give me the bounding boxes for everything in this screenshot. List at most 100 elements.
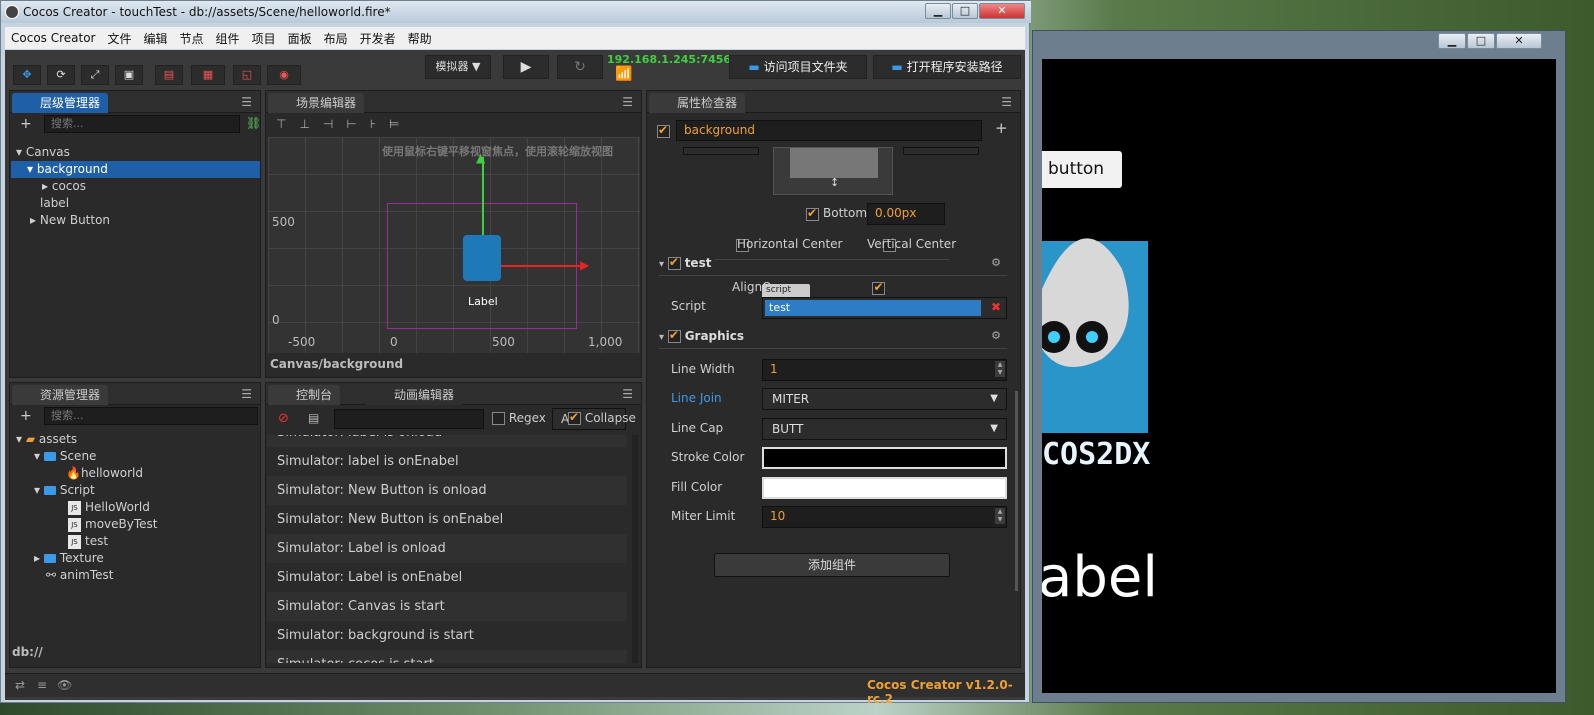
remove-script-icon[interactable]: ✖: [991, 300, 1001, 314]
menu-panel[interactable]: 面板: [282, 30, 318, 47]
refresh-icon[interactable]: ⇄: [15, 678, 25, 692]
tab-scene[interactable]: 场景编辑器: [268, 93, 365, 113]
link-icon[interactable]: ⛓: [246, 116, 261, 130]
add-asset-icon[interactable]: +: [20, 408, 32, 424]
add-node-icon[interactable]: +: [20, 116, 32, 132]
inspector-scrollbar[interactable]: [1015, 391, 1018, 591]
eye-icon[interactable]: 👁: [57, 678, 72, 692]
regex-toggle[interactable]: Regex: [492, 411, 546, 425]
line-width-input[interactable]: 1 ▲ ▼: [762, 359, 1007, 381]
tree-node-background[interactable]: ▾ background: [11, 161, 260, 178]
miter-limit-input[interactable]: 10 ▲ ▼: [762, 506, 1007, 528]
tab-console[interactable]: 控制台: [268, 385, 341, 405]
asset-assets[interactable]: ▾ ▰ assets: [16, 431, 77, 448]
collapse-checkbox[interactable]: [568, 410, 581, 425]
graphics-enable-checkbox[interactable]: [667, 328, 681, 343]
test-component-header[interactable]: ▾ test ⚙: [659, 255, 1007, 276]
clear-icon[interactable]: ⊘: [278, 411, 289, 426]
settings-gear-icon[interactable]: ⚙: [991, 256, 1001, 269]
bottom-checkbox[interactable]: [806, 206, 819, 221]
asset-helloworld-js[interactable]: JS HelloWorld: [68, 499, 150, 516]
stroke-color-swatch[interactable]: [762, 447, 1007, 469]
preview-rect-icon[interactable]: ◱: [233, 65, 261, 85]
tab-assets[interactable]: 资源管理器: [12, 385, 109, 405]
menu-developer[interactable]: 开发者: [354, 30, 402, 47]
add-component-button[interactable]: 添加组件: [714, 553, 950, 577]
line-cap-select[interactable]: BUTT ▼: [762, 418, 1007, 440]
pivot-icon[interactable]: ▤: [155, 65, 183, 85]
stepper-icon[interactable]: ▲ ▼: [995, 508, 1005, 524]
assets-search-input[interactable]: 搜索...: [44, 407, 258, 425]
open-project-folder-button[interactable]: ▬ 访问项目文件夹: [729, 55, 867, 79]
asset-movebytest-js[interactable]: JS moveByTest: [68, 516, 157, 533]
cocos-sprite-icon[interactable]: [463, 235, 501, 281]
left-field[interactable]: [683, 147, 759, 155]
test-enable-checkbox[interactable]: [667, 255, 681, 270]
refresh-button[interactable]: ↻: [557, 55, 603, 79]
log-file-icon[interactable]: ▤: [308, 411, 319, 425]
hamburger-icon[interactable]: ☰: [241, 95, 252, 109]
asset-animtest[interactable]: ⚯ animTest: [46, 567, 114, 584]
open-install-path-button[interactable]: ▬ 打开程序安装路径: [873, 55, 1021, 79]
bottom-input[interactable]: 0.00px: [867, 203, 945, 225]
hamburger-icon[interactable]: ☰: [622, 387, 633, 401]
asset-script-folder[interactable]: ▾ Script: [34, 482, 95, 499]
rotate-tool-icon[interactable]: ⟳: [47, 65, 75, 85]
menu-project[interactable]: 项目: [246, 30, 282, 47]
scene-viewport[interactable]: 使用鼠标右键平移视窗焦点，使用滚轮缩放视图 ▲ ▶ Label 500 0 -5…: [268, 137, 640, 353]
minimize-button[interactable]: ▁: [1438, 33, 1466, 49]
coord-icon[interactable]: ▦: [191, 65, 225, 85]
menu-layout[interactable]: 布局: [318, 30, 354, 47]
right-arrow-icon[interactable]: ▶: [580, 258, 589, 272]
align-once-checkbox[interactable]: [872, 280, 886, 295]
tree-node-canvas[interactable]: ▾ Canvas: [16, 144, 70, 161]
script-field[interactable]: test ✖: [762, 297, 1007, 319]
hamburger-icon[interactable]: ☰: [1001, 95, 1012, 109]
scale-tool-icon[interactable]: ⤢: [81, 65, 109, 85]
right-field[interactable]: [903, 147, 979, 155]
regex-checkbox[interactable]: [492, 412, 505, 425]
asset-scene-folder[interactable]: ▾ Scene: [34, 448, 96, 465]
console-scrollbar[interactable]: [632, 435, 638, 663]
align-tools-icon[interactable]: ⊤⊥⊣⊢⊦⊨: [276, 117, 413, 131]
win-minimize-button[interactable]: ▁: [925, 3, 951, 19]
asset-texture-folder[interactable]: ▸ Texture: [34, 550, 104, 567]
hamburger-icon[interactable]: ☰: [622, 95, 633, 109]
gizmo-icon[interactable]: ◉: [267, 65, 301, 85]
menu-help[interactable]: 帮助: [402, 30, 438, 47]
node-name-input[interactable]: background: [676, 120, 982, 141]
tree-node-new-button[interactable]: ▸ New Button: [30, 212, 110, 229]
hierarchy-search-input[interactable]: 搜索...: [44, 115, 240, 133]
hamburger-icon[interactable]: ☰: [241, 387, 252, 401]
asset-test-js[interactable]: JS test: [68, 533, 108, 550]
tree-node-cocos[interactable]: ▸ cocos: [42, 178, 86, 195]
collapse-toggle[interactable]: Collapse: [568, 410, 636, 425]
menu-edit[interactable]: 编辑: [138, 30, 174, 47]
tab-inspector[interactable]: 属性检查器: [649, 93, 746, 113]
up-arrow-icon[interactable]: ▲: [476, 151, 485, 165]
close-button[interactable]: ✕: [1496, 33, 1542, 49]
db-icon[interactable]: ≡: [37, 678, 47, 692]
menu-cocos[interactable]: Cocos Creator: [5, 31, 102, 45]
rect-tool-icon[interactable]: ▣: [115, 65, 143, 85]
simulator-select[interactable]: 模拟器 ▼: [425, 55, 491, 79]
menu-file[interactable]: 文件: [102, 30, 138, 47]
tab-animation[interactable]: 动画编辑器: [366, 385, 463, 405]
stepper-icon[interactable]: ▲ ▼: [995, 361, 1005, 377]
win-close-button[interactable]: ✕: [979, 3, 1025, 19]
tab-hierarchy[interactable]: 层级管理器: [12, 93, 109, 113]
fill-color-swatch[interactable]: [762, 477, 1007, 499]
menu-node[interactable]: 节点: [174, 30, 210, 47]
move-tool-icon[interactable]: ✥: [13, 65, 41, 85]
play-button[interactable]: ▶: [503, 55, 549, 79]
sim-button[interactable]: button: [1042, 151, 1122, 188]
win-maximize-button[interactable]: □: [952, 3, 978, 19]
tree-node-label[interactable]: label: [40, 195, 69, 212]
line-join-select[interactable]: MITER ▼: [762, 388, 1007, 410]
maximize-button[interactable]: □: [1467, 33, 1495, 49]
console-filter-input[interactable]: [334, 409, 484, 429]
y-axis-gizmo[interactable]: [482, 157, 484, 243]
settings-gear-icon[interactable]: ⚙: [991, 329, 1001, 342]
graphics-component-header[interactable]: ▾ Graphics ⚙: [659, 328, 1007, 349]
menu-component[interactable]: 组件: [210, 30, 246, 47]
